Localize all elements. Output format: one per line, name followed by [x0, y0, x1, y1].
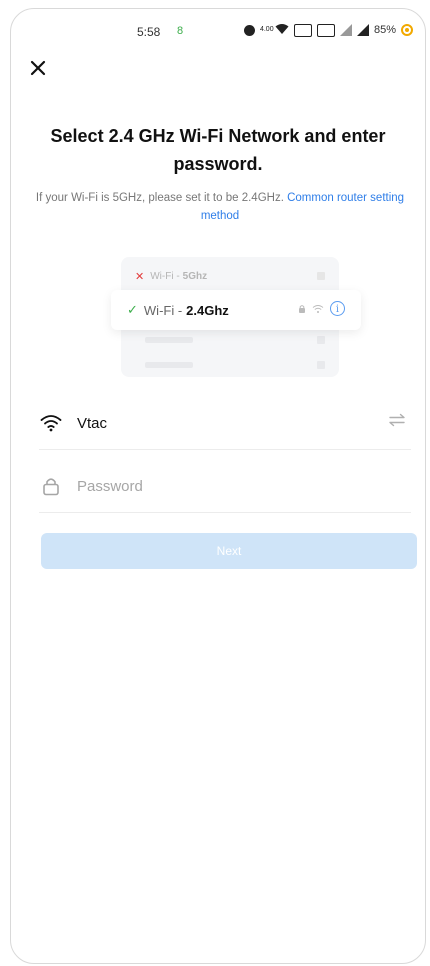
ssid-name: Vtac	[77, 414, 108, 432]
illustration-5ghz-prefix: Wi-Fi -	[150, 270, 180, 282]
placeholder-bar	[145, 362, 193, 368]
placeholder-square	[317, 361, 325, 369]
placeholder-square	[317, 336, 325, 344]
dnd-icon	[243, 24, 255, 36]
switch-network-icon[interactable]	[387, 413, 407, 433]
placeholder-square	[317, 272, 325, 280]
cross-icon: ✕	[135, 270, 145, 283]
illustration-row-24ghz: ✓ Wi-Fi - 2.4Ghz i	[111, 290, 361, 330]
illustration-24ghz-prefix: Wi-Fi -	[143, 302, 183, 318]
lock-icon	[39, 474, 63, 498]
status-icons: 4.00 85%	[243, 21, 413, 39]
close-icon	[30, 60, 46, 76]
battery-percent: 85%	[373, 24, 396, 36]
signal-sim1-icon	[339, 24, 352, 36]
wifi-status-icon	[275, 23, 289, 38]
info-icon: i	[330, 301, 345, 316]
illustration-row-5ghz: ✕ Wi-Fi - 5Ghz	[121, 265, 339, 287]
wifi-network-row[interactable]: Vtac	[39, 397, 411, 450]
status-notification: 8	[177, 25, 184, 37]
illustration-icons: i	[298, 301, 345, 316]
illustration-5ghz-band: 5Ghz	[182, 270, 208, 282]
illustration-24ghz-band: 2.4Ghz	[186, 302, 229, 318]
wifi-signal-icon	[312, 304, 324, 313]
password-input[interactable]	[77, 477, 411, 495]
next-button[interactable]: Next	[41, 533, 417, 569]
wifi-icon	[39, 411, 63, 435]
volte2-icon	[316, 23, 335, 37]
subtitle-text: If your Wi-Fi is 5GHz, please set it to …	[35, 192, 284, 204]
password-row[interactable]	[39, 460, 411, 513]
volte-icon	[293, 23, 312, 37]
lock-icon	[299, 304, 305, 313]
status-time: 5:58	[137, 25, 161, 39]
status-bar: 5:58 8 4.00 85%	[11, 9, 425, 49]
battery-saver-icon	[401, 24, 413, 36]
net-speed-indicator: 4.00	[259, 26, 274, 33]
close-button[interactable]	[27, 57, 53, 83]
placeholder-bar	[145, 337, 193, 343]
phone-screen: 5:58 8 4.00 85% Select 2.4 GHz Wi-Fi Net…	[10, 8, 426, 964]
check-icon: ✓	[127, 302, 138, 317]
page-subtitle: If your Wi-Fi is 5GHz, please set it to …	[31, 189, 409, 225]
signal-sim2-icon	[356, 24, 369, 36]
page-title: Select 2.4 GHz Wi-Fi Network and enter p…	[50, 126, 386, 174]
